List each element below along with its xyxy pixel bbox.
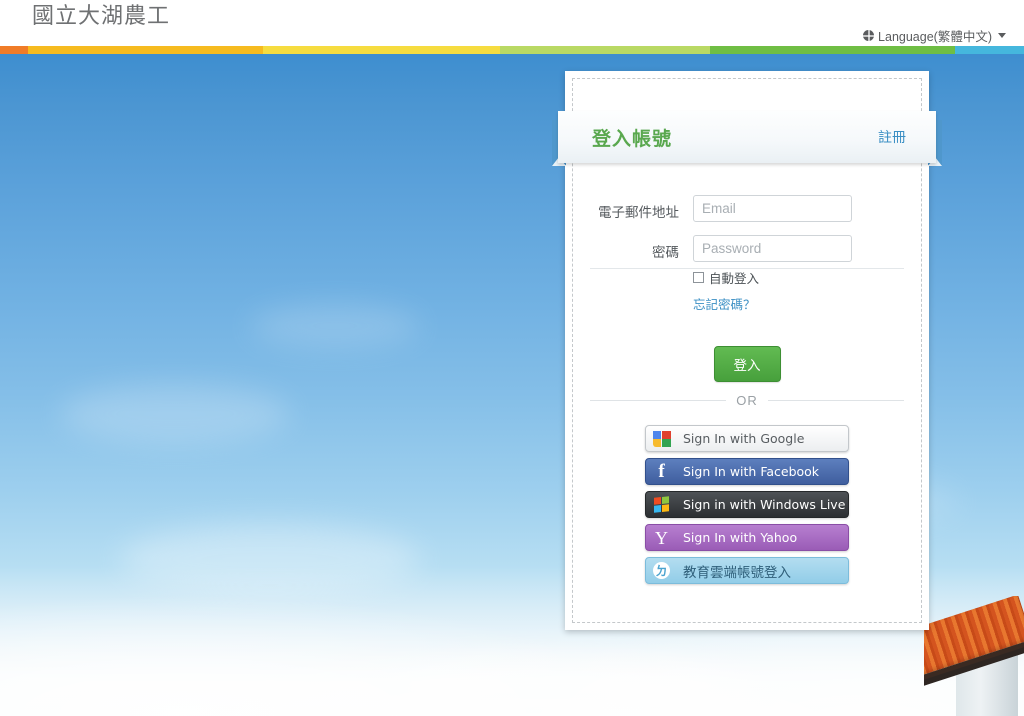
divider-rule-left xyxy=(590,400,727,401)
email-input[interactable] xyxy=(693,195,852,222)
rainbow-segment-2 xyxy=(263,46,500,54)
or-label: OR xyxy=(736,393,758,408)
sign-in-facebook-button[interactable]: f Sign In with Facebook xyxy=(645,458,849,485)
remember-me-checkbox[interactable]: 自動登入 xyxy=(693,268,759,287)
site-logo: 國立大湖農工 xyxy=(32,4,171,29)
password-input[interactable] xyxy=(693,235,852,262)
email-label: 電子郵件地址 xyxy=(598,205,679,221)
yahoo-icon: Y xyxy=(655,527,668,548)
forgot-password-link[interactable]: 忘記密碼？ xyxy=(693,294,756,313)
rainbow-segment-5 xyxy=(955,46,1024,54)
rainbow-segment-3 xyxy=(500,46,710,54)
submit-row: 登入 xyxy=(565,346,929,382)
rainbow-accent-bar xyxy=(0,46,1024,54)
login-panel: 登入帳號 註冊 電子郵件地址 密碼 自動登入 忘記密碼？ 登入 xyxy=(552,71,942,630)
sign-in-google-button[interactable]: Sign In with Google xyxy=(645,425,849,452)
sign-in-windows-live-label: Sign in with Windows Live xyxy=(683,497,846,512)
sign-in-facebook-label: Sign In with Facebook xyxy=(683,464,820,479)
cloud-decoration xyxy=(250,304,420,348)
windows-live-icon xyxy=(646,492,677,517)
form-spacer xyxy=(565,268,693,287)
rainbow-segment-0 xyxy=(0,46,28,54)
sign-in-google-label: Sign In with Google xyxy=(683,431,805,446)
education-cloud-icon: ㄉ xyxy=(646,558,677,583)
chevron-down-icon xyxy=(998,33,1006,38)
rainbow-segment-1 xyxy=(28,46,263,54)
language-selector-label: Language(繁體中文) xyxy=(878,30,992,44)
password-field-row: 密碼 xyxy=(565,235,929,262)
cloud-decoration xyxy=(60,384,290,444)
language-selector[interactable]: Language(繁體中文) xyxy=(863,26,1006,45)
password-label: 密碼 xyxy=(652,245,679,261)
login-form: 電子郵件地址 密碼 自動登入 忘記密碼？ xyxy=(565,195,929,313)
remember-me-label: 自動登入 xyxy=(709,271,760,286)
site-header: 國立大湖農工 Language(繁體中文) xyxy=(0,0,1024,46)
email-field-row: 電子郵件地址 xyxy=(565,195,929,222)
social-login-list: Sign In with Google f Sign In with Faceb… xyxy=(645,425,849,584)
checkbox-box-icon[interactable] xyxy=(693,272,704,283)
form-divider xyxy=(590,268,904,269)
page-title: 登入帳號 xyxy=(592,127,673,150)
sign-in-yahoo-button[interactable]: Y Sign In with Yahoo xyxy=(645,524,849,551)
remember-row: 自動登入 xyxy=(565,268,929,287)
facebook-icon: f xyxy=(658,461,665,482)
globe-icon xyxy=(863,30,875,41)
google-icon xyxy=(646,426,677,451)
sign-in-education-cloud-button[interactable]: ㄉ 教育雲端帳號登入 xyxy=(645,557,849,584)
sign-in-yahoo-label: Sign In with Yahoo xyxy=(683,530,798,545)
register-link[interactable]: 註冊 xyxy=(878,127,906,147)
panel-ribbon-header: 登入帳號 註冊 xyxy=(552,111,942,166)
rainbow-segment-4 xyxy=(710,46,955,54)
building-roof-photo xyxy=(924,596,1024,716)
forgot-row: 忘記密碼？ xyxy=(565,294,929,313)
or-divider: OR xyxy=(590,393,904,408)
education-cloud-glyph: ㄉ xyxy=(653,562,670,579)
login-submit-button[interactable]: 登入 xyxy=(713,346,781,382)
sign-in-education-cloud-label: 教育雲端帳號登入 xyxy=(683,564,791,581)
ribbon-bar: 登入帳號 註冊 xyxy=(558,111,936,163)
sign-in-windows-live-button[interactable]: Sign in with Windows Live xyxy=(645,491,849,518)
divider-rule-right xyxy=(767,400,904,401)
form-spacer xyxy=(565,294,693,313)
